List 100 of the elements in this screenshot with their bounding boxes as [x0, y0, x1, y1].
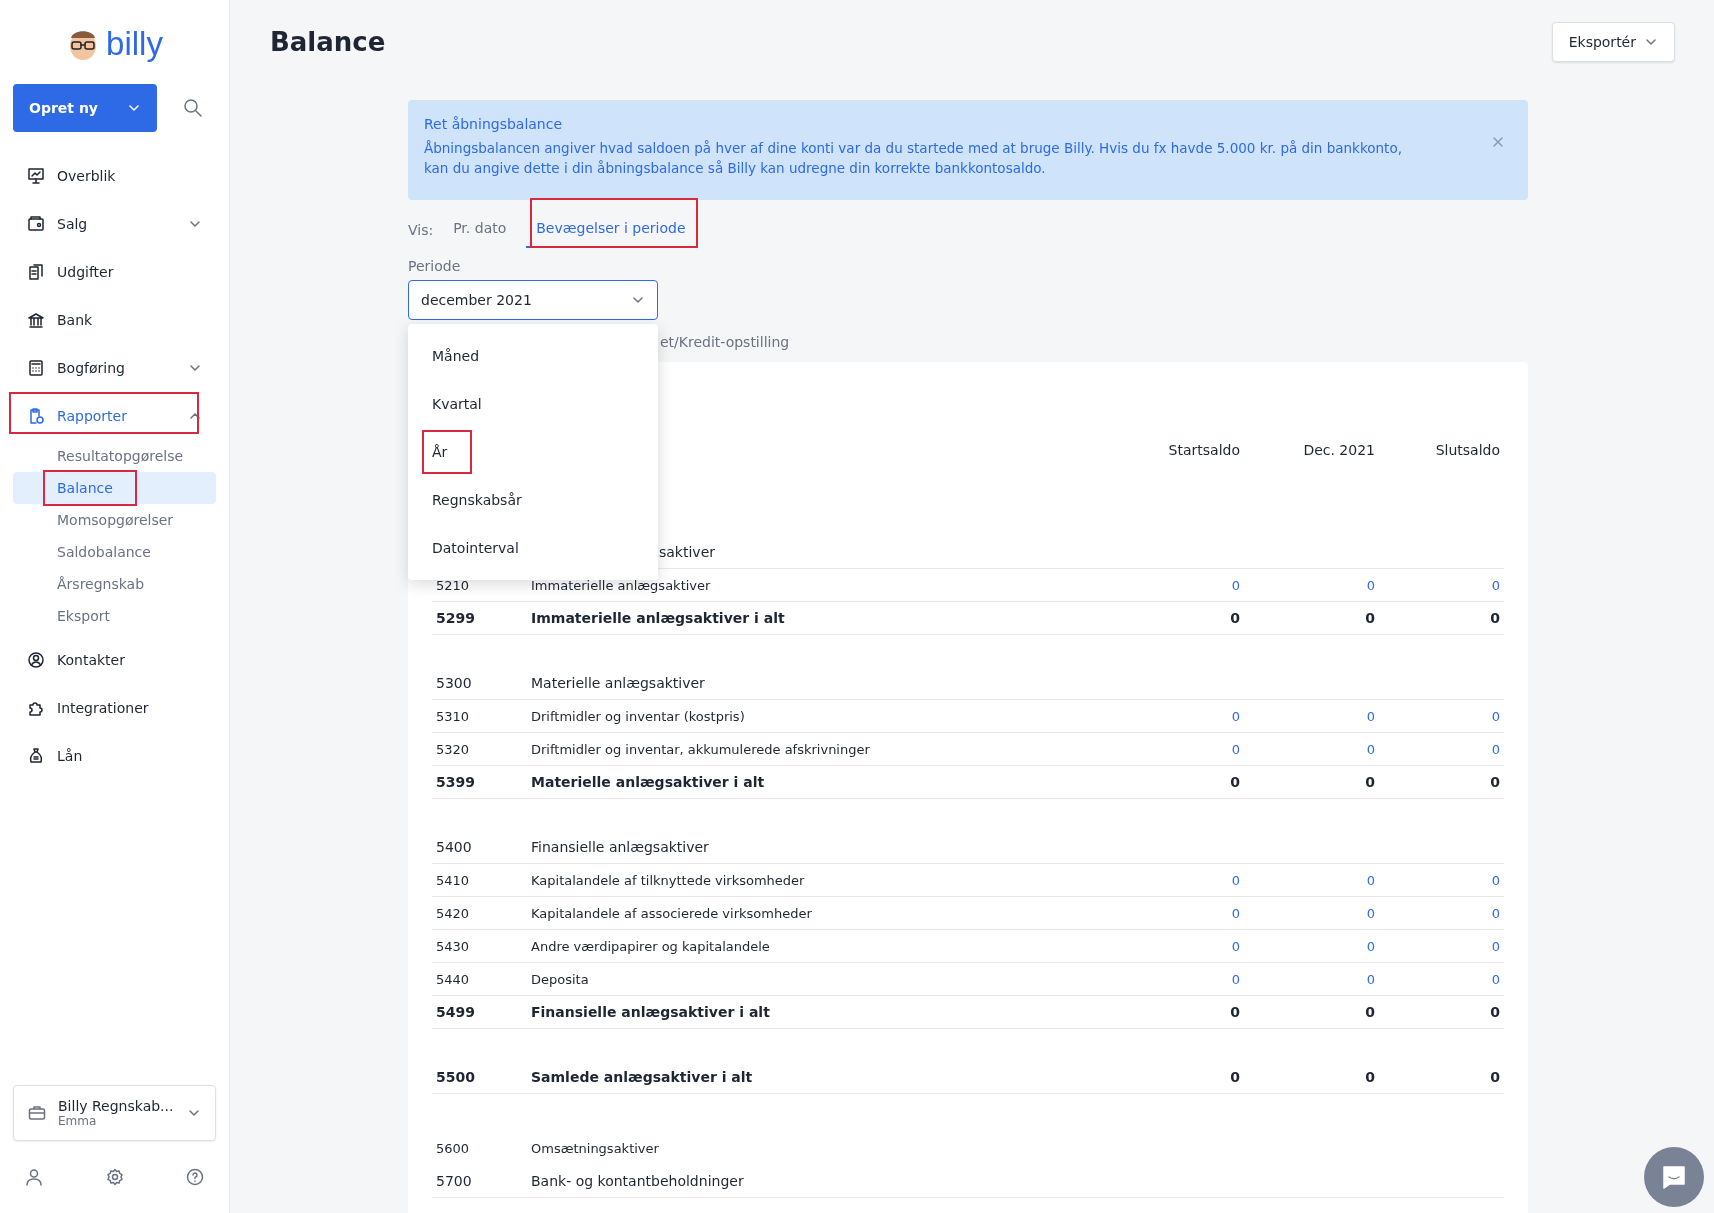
view-tab[interactable]: Bevægelser i periode — [526, 220, 696, 248]
presentation-board-icon — [27, 167, 45, 185]
account-name: saktiver — [659, 544, 715, 560]
amount-link[interactable]: 0 — [1379, 708, 1504, 724]
amount: 0 — [1229, 610, 1241, 626]
sidebar-item[interactable]: Overblik — [13, 152, 216, 200]
amount-link[interactable]: 0 — [1379, 971, 1504, 987]
account-name: Materielle anlægsaktiver i alt — [531, 774, 765, 790]
account-number: 5430 — [436, 938, 471, 954]
dropdown-option[interactable]: Måned — [408, 332, 658, 380]
submenu-item[interactable]: Balance — [13, 472, 216, 504]
amount-link[interactable]: 0 — [1244, 741, 1379, 757]
account-name: Finansielle anlægsaktiver — [531, 839, 709, 855]
view-tab[interactable]: Pr. dato — [443, 220, 517, 248]
chat-bubble-icon — [1661, 1164, 1687, 1190]
amount-link[interactable]: 0 — [1379, 872, 1504, 888]
amount-link[interactable]: 0 — [1244, 577, 1379, 593]
amount-link[interactable]: 0 — [1379, 741, 1504, 757]
amount-link[interactable]: 0 — [1109, 905, 1244, 921]
sidebar-item[interactable]: Lån — [13, 732, 216, 780]
account-name: Kapitalandele af associerede virksomheder — [531, 905, 812, 921]
dropdown-option[interactable]: Regnskabsår — [408, 476, 658, 524]
chat-button[interactable] — [1644, 1147, 1704, 1207]
dropdown-option[interactable]: Kvartal — [408, 380, 658, 428]
person-icon — [27, 651, 45, 669]
account-number: 5320 — [436, 741, 471, 757]
sidebar-item[interactable]: Kontakter — [13, 636, 216, 684]
submenu-item[interactable]: Årsregnskab — [13, 568, 216, 600]
field-label: Periode — [408, 258, 462, 276]
amount-link[interactable]: 0 — [1379, 905, 1504, 921]
amount-link[interactable]: 0 — [1109, 577, 1244, 593]
sidebar-item[interactable]: Bogføring — [13, 344, 216, 392]
account-name: Driftmidler og inventar (kostpris) — [531, 708, 745, 724]
amount-link[interactable]: 0 — [1244, 938, 1379, 954]
period-select[interactable]: december 2021 — [408, 280, 658, 320]
clipboard-icon — [27, 407, 45, 425]
amount: 0 — [1229, 1004, 1241, 1020]
amount: 0 — [1489, 610, 1501, 626]
amount: 0 — [1489, 774, 1501, 790]
amount-link[interactable]: 0 — [1244, 872, 1379, 888]
user-name: Emma — [58, 1114, 98, 1128]
account-number: 5500 — [436, 1069, 476, 1085]
dropdown-option[interactable]: År — [408, 428, 658, 476]
amount: 0 — [1229, 1069, 1241, 1085]
account-name: Immaterielle anlægsaktiver i alt — [531, 610, 785, 626]
highlight-frame — [422, 430, 472, 474]
amount-link[interactable]: 0 — [1109, 938, 1244, 954]
account-name: Materielle anlægsaktiver — [531, 675, 705, 691]
sidebar-item[interactable]: Udgifter — [13, 248, 216, 296]
account-number: 5700 — [436, 1173, 473, 1189]
organization-switcher[interactable]: Billy Regnskab... Emma — [13, 1085, 216, 1141]
settings-icon[interactable] — [105, 1168, 124, 1186]
calculator-icon — [27, 359, 45, 377]
amount-link[interactable]: 0 — [1109, 708, 1244, 724]
wallet-icon — [27, 215, 45, 233]
column-header: Startsaldo — [1167, 442, 1241, 458]
amount-link[interactable]: 0 — [1109, 971, 1244, 987]
submenu-item[interactable]: Saldobalance — [13, 536, 216, 568]
amount: 0 — [1489, 1004, 1501, 1020]
submenu-item[interactable]: Momsopgørelser — [13, 504, 216, 536]
column-header: Slutsaldo — [1434, 442, 1501, 458]
account-name: Finansielle anlægsaktiver i alt — [531, 1004, 770, 1020]
column-header: Dec. 2021 — [1302, 442, 1376, 458]
amount-link[interactable]: 0 — [1379, 577, 1504, 593]
logo-text: billy — [106, 25, 163, 63]
amount-link[interactable]: 0 — [1244, 905, 1379, 921]
sidebar-item[interactable]: Bank — [13, 296, 216, 344]
create-button[interactable]: Opret ny — [13, 84, 157, 132]
account-number: 5420 — [436, 905, 471, 921]
amount-link[interactable]: 0 — [1244, 708, 1379, 724]
account-name: Driftmidler og inventar, akkumulerede afskrivninger — [531, 741, 870, 757]
dropdown-option[interactable]: Datointerval — [408, 524, 658, 572]
briefcase-icon — [28, 1105, 46, 1121]
amount-link[interactable]: 0 — [1109, 872, 1244, 888]
amount: 0 — [1364, 1004, 1376, 1020]
sidebar-item[interactable]: Salg — [13, 200, 216, 248]
export-button[interactable]: Eksportér — [1551, 22, 1675, 62]
banner-title: Ret åbningsbalance — [424, 116, 564, 132]
account-number: 5499 — [436, 1004, 476, 1020]
account-number: 5300 — [436, 675, 473, 691]
person-icon[interactable] — [25, 1168, 43, 1186]
account-number: 5440 — [436, 971, 471, 987]
amount-link[interactable]: 0 — [1379, 938, 1504, 954]
account-name: Deposita — [531, 971, 589, 987]
search-icon[interactable] — [183, 98, 203, 118]
amount-link[interactable]: 0 — [1244, 971, 1379, 987]
account-number: 5210 — [436, 577, 471, 593]
account-number: 5600 — [436, 1141, 471, 1156]
submenu-item[interactable]: Resultatopgørelse — [13, 440, 216, 472]
receipt-icon — [27, 263, 45, 281]
amount-link[interactable]: 0 — [1109, 741, 1244, 757]
option-label: et/Kredit-opstilling — [660, 333, 791, 352]
page-title: Balance — [270, 27, 386, 57]
sidebar-item[interactable]: Rapporter — [13, 392, 216, 440]
help-icon[interactable] — [186, 1168, 204, 1186]
sidebar-item[interactable]: Integrationer — [13, 684, 216, 732]
submenu-item[interactable]: Eksport — [13, 600, 216, 632]
account-name: Andre værdipapirer og kapitalandele — [531, 938, 770, 954]
amount: 0 — [1489, 1069, 1501, 1085]
account-name: Samlede anlægsaktiver i alt — [531, 1069, 753, 1085]
